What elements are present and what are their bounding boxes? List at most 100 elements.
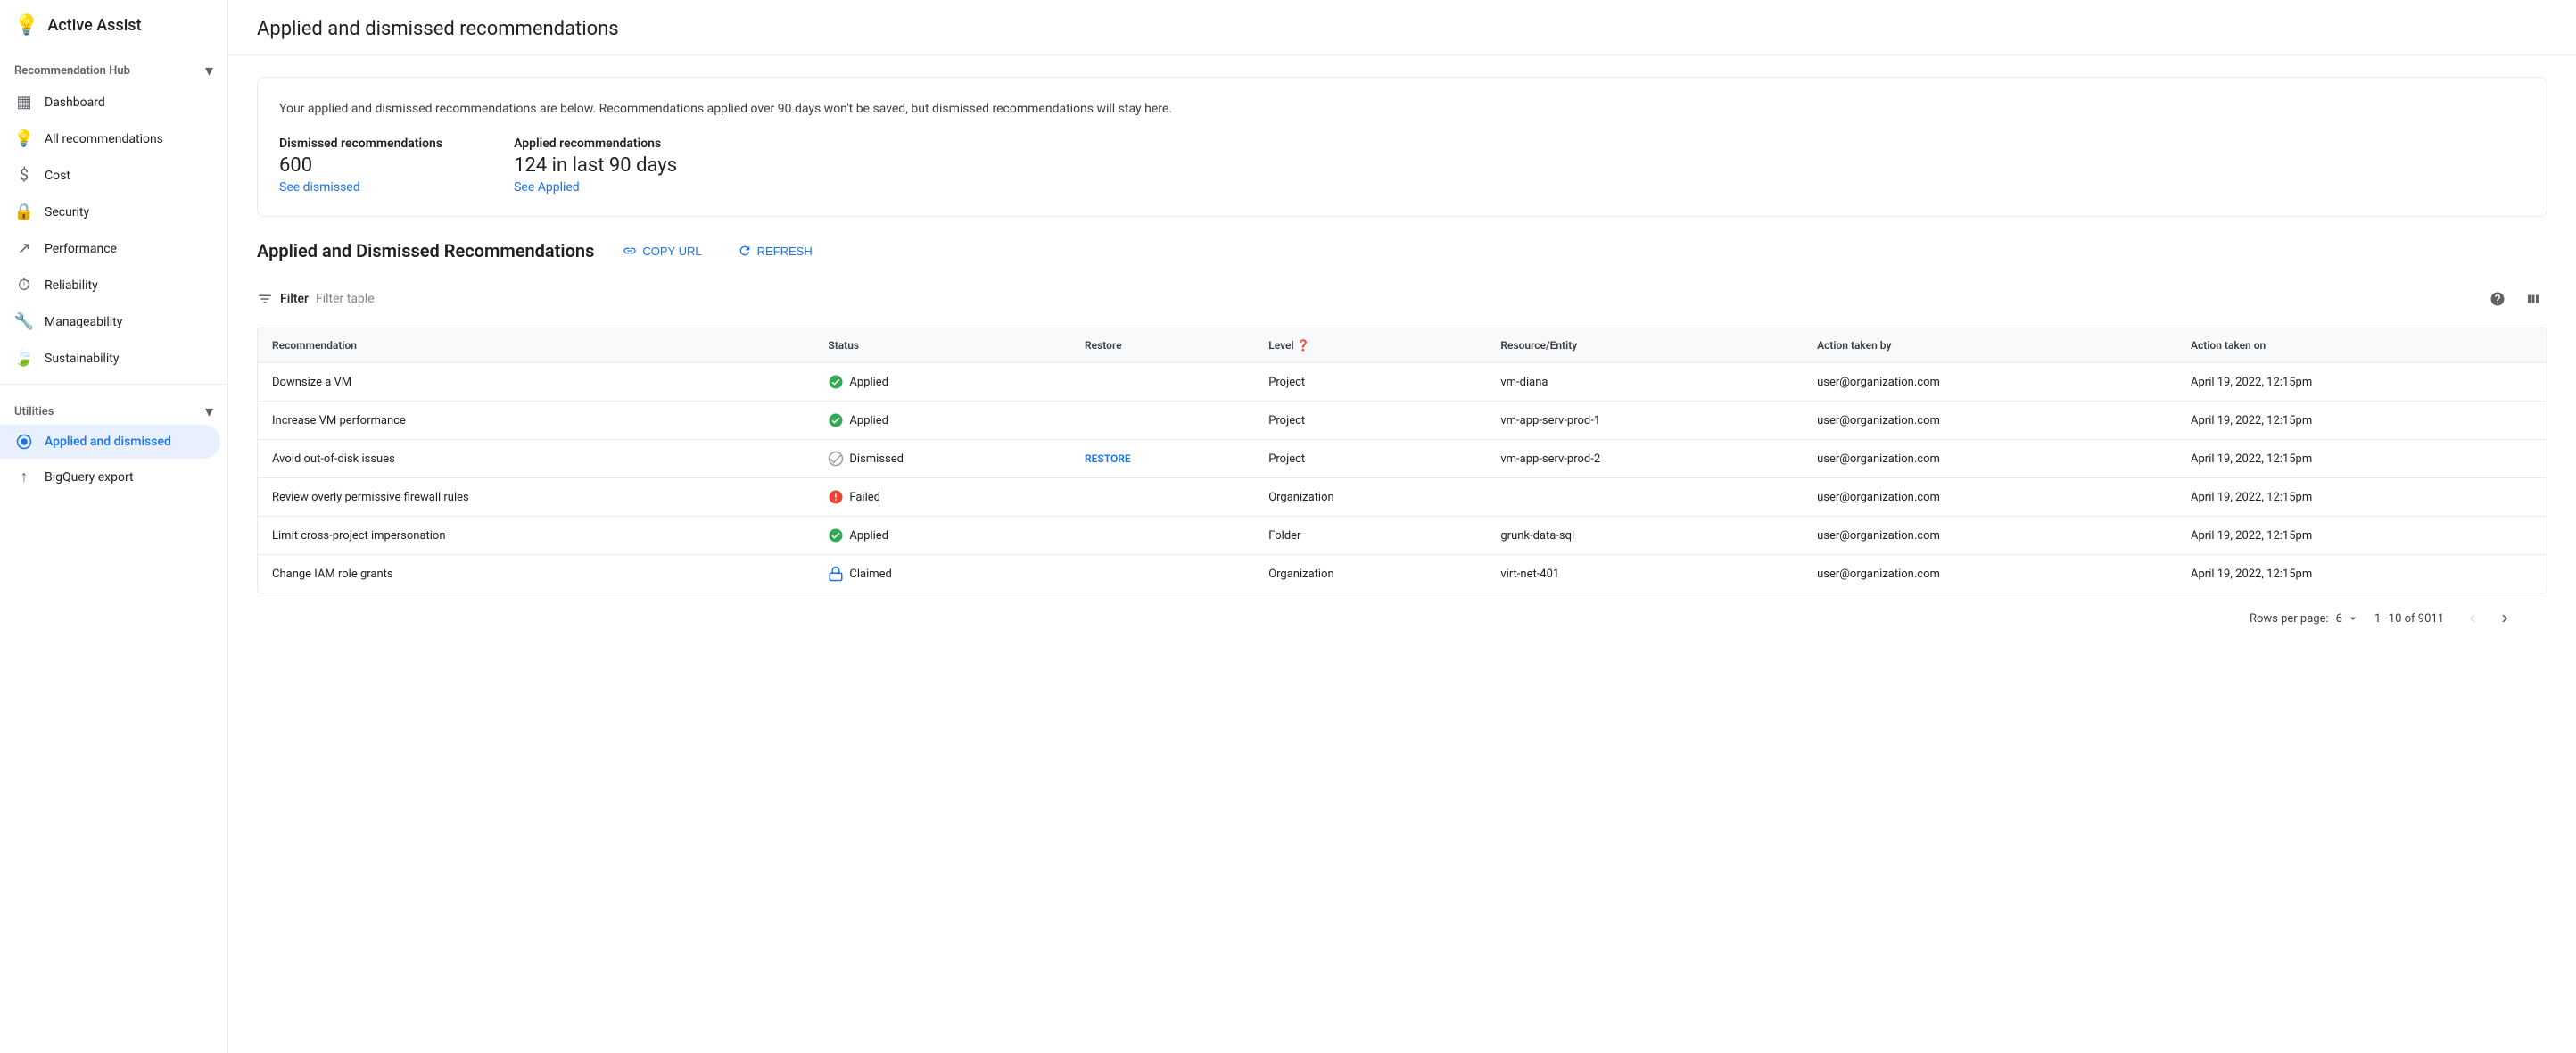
copy-url-button[interactable]: COPY URL	[615, 238, 708, 263]
rows-per-page-label: Rows per page:	[2250, 612, 2329, 626]
action-on-cell: April 19, 2022, 12:15pm	[2176, 555, 2547, 593]
main-header: Applied and dismissed recommendations	[228, 0, 2576, 55]
recommendations-table: Recommendation Status Restore Level ❓ Re…	[257, 328, 2547, 593]
help-button[interactable]	[2483, 285, 2512, 313]
restore-button[interactable]: RESTORE	[1085, 452, 1131, 465]
status-cell: Applied	[828, 527, 1056, 543]
restore-cell	[1070, 517, 1254, 555]
see-applied-link[interactable]: See Applied	[514, 180, 677, 195]
col-restore: Restore	[1070, 328, 1254, 363]
dismissed-label: Dismissed recommendations	[279, 137, 442, 151]
sidebar-item-security[interactable]: 🔒 Security	[0, 194, 220, 230]
applied-dismissed-icon	[14, 434, 34, 450]
level-cell: Folder	[1254, 517, 1486, 555]
recommendation-cell: Downsize a VM	[258, 363, 813, 402]
restore-cell	[1070, 363, 1254, 402]
sidebar-item-all-recommendations[interactable]: 💡 All recommendations	[0, 120, 220, 157]
status-cell: Dismissed	[828, 451, 1056, 467]
sidebar-item-sustainability-label: Sustainability	[45, 352, 119, 366]
see-dismissed-link[interactable]: See dismissed	[279, 180, 442, 195]
rows-dropdown-icon	[2346, 611, 2360, 626]
reliability-icon: ⏱	[14, 276, 34, 294]
col-action-by: Action taken by	[1803, 328, 2176, 363]
sidebar-item-manageability[interactable]: 🔧 Manageability	[0, 303, 220, 340]
action-on-cell: April 19, 2022, 12:15pm	[2176, 440, 2547, 478]
level-cell: Project	[1254, 402, 1486, 440]
table-row: Downsize a VM Applied Project vm-diana u…	[258, 363, 2547, 402]
claimed-icon	[828, 566, 844, 582]
info-description: Your applied and dismissed recommendatio…	[279, 99, 2525, 119]
status-cell-td: Dismissed	[813, 440, 1070, 478]
level-cell: Organization	[1254, 555, 1486, 593]
utilities-items: Applied and dismissed ↑ BigQuery export	[0, 425, 227, 495]
rows-per-page-value: 6	[2336, 612, 2342, 626]
filter-bar: Filter Filter table	[257, 278, 2547, 320]
copy-url-icon	[623, 244, 637, 258]
recommendation-cell: Review overly permissive firewall rules	[258, 478, 813, 517]
sidebar-item-cost-label: Cost	[45, 169, 70, 183]
col-action-on: Action taken on	[2176, 328, 2547, 363]
columns-button[interactable]	[2519, 285, 2547, 313]
action-on-cell: April 19, 2022, 12:15pm	[2176, 517, 2547, 555]
utilities-section[interactable]: Utilities ▾	[0, 392, 227, 425]
resource-cell: vm-app-serv-prod-1	[1486, 402, 1803, 440]
resource-cell	[1486, 478, 1803, 517]
recommendation-hub-items: ▦ Dashboard 💡 All recommendations $ Cost…	[0, 84, 227, 377]
table-header: Applied and Dismissed Recommendations CO…	[257, 238, 2547, 263]
copy-url-label: COPY URL	[642, 245, 701, 258]
cost-icon: $	[14, 166, 34, 185]
refresh-label: REFRESH	[757, 245, 813, 258]
level-help-icon[interactable]: ❓	[1297, 339, 1310, 352]
app-icon: 💡	[14, 14, 38, 37]
recommendation-cell: Change IAM role grants	[258, 555, 813, 593]
prev-page-button[interactable]	[2458, 604, 2487, 633]
applied-stat: Applied recommendations 124 in last 90 d…	[514, 137, 677, 195]
filter-left: Filter Filter table	[257, 291, 375, 307]
page-range: 1–10 of 9011	[2374, 612, 2444, 626]
action-by-cell: user@organization.com	[1803, 363, 2176, 402]
utilities-label: Utilities	[14, 405, 54, 419]
status-cell-td: Failed	[813, 478, 1070, 517]
filter-placeholder: Filter table	[316, 292, 375, 306]
all-recommendations-icon: 💡	[14, 129, 34, 148]
restore-cell	[1070, 555, 1254, 593]
status-text: Dismissed	[849, 452, 904, 466]
action-by-cell: user@organization.com	[1803, 517, 2176, 555]
dismissed-icon	[828, 451, 844, 467]
resource-cell: grunk-data-sql	[1486, 517, 1803, 555]
main-content: Applied and dismissed recommendations Yo…	[228, 0, 2576, 1053]
sidebar-item-reliability[interactable]: ⏱ Reliability	[0, 267, 220, 303]
status-cell-td: Claimed	[813, 555, 1070, 593]
page-nav	[2458, 604, 2519, 633]
applied-value: 124 in last 90 days	[514, 154, 677, 177]
sidebar-item-performance[interactable]: ↗ Performance	[0, 230, 220, 267]
next-page-icon	[2497, 610, 2513, 626]
recommendation-hub-label: Recommendation Hub	[14, 64, 130, 78]
sidebar-item-reliability-label: Reliability	[45, 278, 98, 293]
app-header: 💡 Active Assist	[0, 0, 227, 51]
sidebar-item-dashboard-label: Dashboard	[45, 95, 105, 110]
sidebar-item-dashboard[interactable]: ▦ Dashboard	[0, 84, 220, 120]
resource-cell: vm-app-serv-prod-2	[1486, 440, 1803, 478]
sidebar-item-sustainability[interactable]: 🍃 Sustainability	[0, 340, 220, 377]
action-on-cell: April 19, 2022, 12:15pm	[2176, 363, 2547, 402]
table-head: Recommendation Status Restore Level ❓ Re…	[258, 328, 2547, 363]
col-level: Level ❓	[1254, 328, 1486, 363]
status-cell-td: Applied	[813, 517, 1070, 555]
sidebar-item-all-recommendations-label: All recommendations	[45, 132, 163, 146]
table-row: Avoid out-of-disk issues Dismissed RESTO…	[258, 440, 2547, 478]
sidebar-item-bigquery-export[interactable]: ↑ BigQuery export	[0, 459, 220, 495]
rows-per-page-select[interactable]: 6	[2336, 611, 2360, 626]
next-page-button[interactable]	[2490, 604, 2519, 633]
table-body: Downsize a VM Applied Project vm-diana u…	[258, 363, 2547, 593]
refresh-button[interactable]: REFRESH	[731, 238, 820, 263]
table-title: Applied and Dismissed Recommendations	[257, 240, 594, 261]
sidebar-item-applied-dismissed[interactable]: Applied and dismissed	[0, 425, 220, 459]
recommendation-hub-section[interactable]: Recommendation Hub ▾	[0, 51, 227, 84]
sidebar: 💡 Active Assist Recommendation Hub ▾ ▦ D…	[0, 0, 228, 1053]
sidebar-item-cost[interactable]: $ Cost	[0, 157, 220, 194]
action-on-cell: April 19, 2022, 12:15pm	[2176, 478, 2547, 517]
restore-cell[interactable]: RESTORE	[1070, 440, 1254, 478]
applied-icon	[828, 527, 844, 543]
prev-page-icon	[2465, 610, 2481, 626]
